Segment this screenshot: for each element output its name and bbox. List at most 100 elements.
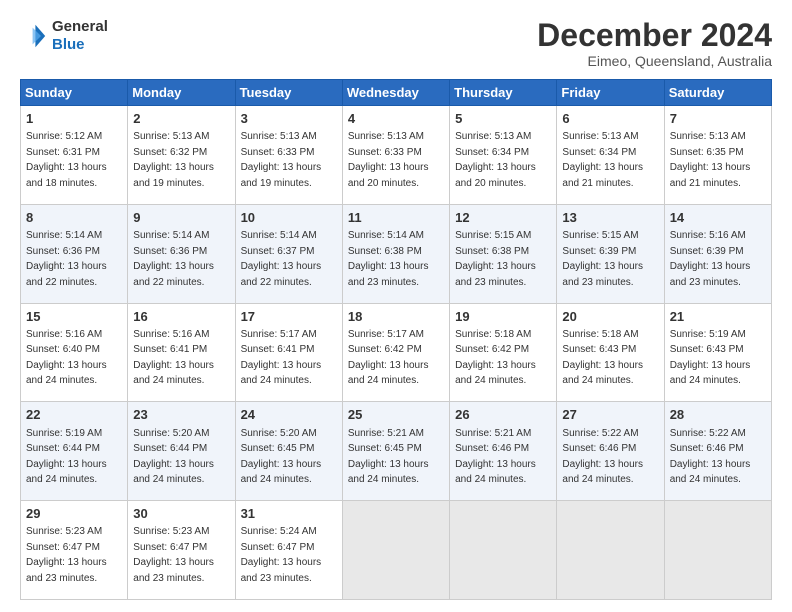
table-row: 30 Sunrise: 5:23 AMSunset: 6:47 PMDaylig…: [128, 501, 235, 600]
day-info: Sunrise: 5:16 AMSunset: 6:40 PMDaylight:…: [26, 329, 107, 387]
day-number: 10: [241, 209, 337, 227]
table-row: 10 Sunrise: 5:14 AMSunset: 6:37 PMDaylig…: [235, 204, 342, 303]
day-info: Sunrise: 5:18 AMSunset: 6:42 PMDaylight:…: [455, 329, 536, 387]
logo-icon: [20, 22, 48, 50]
table-row: 7 Sunrise: 5:13 AMSunset: 6:35 PMDayligh…: [664, 106, 771, 205]
day-number: 20: [562, 308, 658, 326]
logo-general: General: [52, 18, 108, 35]
col-wednesday: Wednesday: [342, 80, 449, 106]
day-number: 25: [348, 406, 444, 424]
logo-text: General Blue: [52, 18, 108, 54]
day-number: 31: [241, 505, 337, 523]
table-row: 24 Sunrise: 5:20 AMSunset: 6:45 PMDaylig…: [235, 402, 342, 501]
day-info: Sunrise: 5:22 AMSunset: 6:46 PMDaylight:…: [670, 428, 751, 486]
day-number: 27: [562, 406, 658, 424]
day-number: 28: [670, 406, 766, 424]
col-friday: Friday: [557, 80, 664, 106]
page: General Blue December 2024 Eimeo, Queens…: [0, 0, 792, 612]
day-number: 2: [133, 110, 229, 128]
col-thursday: Thursday: [450, 80, 557, 106]
table-row: 29 Sunrise: 5:23 AMSunset: 6:47 PMDaylig…: [21, 501, 128, 600]
day-number: 5: [455, 110, 551, 128]
day-number: 12: [455, 209, 551, 227]
subtitle: Eimeo, Queensland, Australia: [537, 53, 772, 69]
table-row: 4 Sunrise: 5:13 AMSunset: 6:33 PMDayligh…: [342, 106, 449, 205]
day-number: 3: [241, 110, 337, 128]
table-row: 22 Sunrise: 5:19 AMSunset: 6:44 PMDaylig…: [21, 402, 128, 501]
day-info: Sunrise: 5:13 AMSunset: 6:33 PMDaylight:…: [241, 131, 322, 189]
title-block: December 2024 Eimeo, Queensland, Austral…: [537, 18, 772, 69]
table-row: 15 Sunrise: 5:16 AMSunset: 6:40 PMDaylig…: [21, 303, 128, 402]
day-number: 26: [455, 406, 551, 424]
day-number: 14: [670, 209, 766, 227]
day-info: Sunrise: 5:12 AMSunset: 6:31 PMDaylight:…: [26, 131, 107, 189]
day-number: 6: [562, 110, 658, 128]
day-info: Sunrise: 5:23 AMSunset: 6:47 PMDaylight:…: [26, 526, 107, 584]
table-row: 16 Sunrise: 5:16 AMSunset: 6:41 PMDaylig…: [128, 303, 235, 402]
day-info: Sunrise: 5:13 AMSunset: 6:33 PMDaylight:…: [348, 131, 429, 189]
day-number: 4: [348, 110, 444, 128]
day-info: Sunrise: 5:14 AMSunset: 6:36 PMDaylight:…: [133, 230, 214, 288]
table-row: 28 Sunrise: 5:22 AMSunset: 6:46 PMDaylig…: [664, 402, 771, 501]
day-number: 24: [241, 406, 337, 424]
table-row: 23 Sunrise: 5:20 AMSunset: 6:44 PMDaylig…: [128, 402, 235, 501]
table-row: 1 Sunrise: 5:12 AMSunset: 6:31 PMDayligh…: [21, 106, 128, 205]
table-row: 8 Sunrise: 5:14 AMSunset: 6:36 PMDayligh…: [21, 204, 128, 303]
day-info: Sunrise: 5:16 AMSunset: 6:41 PMDaylight:…: [133, 329, 214, 387]
table-row: 13 Sunrise: 5:15 AMSunset: 6:39 PMDaylig…: [557, 204, 664, 303]
day-info: Sunrise: 5:15 AMSunset: 6:39 PMDaylight:…: [562, 230, 643, 288]
table-row: 2 Sunrise: 5:13 AMSunset: 6:32 PMDayligh…: [128, 106, 235, 205]
table-row: 27 Sunrise: 5:22 AMSunset: 6:46 PMDaylig…: [557, 402, 664, 501]
day-info: Sunrise: 5:13 AMSunset: 6:35 PMDaylight:…: [670, 131, 751, 189]
day-number: 11: [348, 209, 444, 227]
day-info: Sunrise: 5:24 AMSunset: 6:47 PMDaylight:…: [241, 526, 322, 584]
day-info: Sunrise: 5:14 AMSunset: 6:36 PMDaylight:…: [26, 230, 107, 288]
day-number: 21: [670, 308, 766, 326]
table-row: 26 Sunrise: 5:21 AMSunset: 6:46 PMDaylig…: [450, 402, 557, 501]
logo: General Blue: [20, 18, 108, 54]
day-info: Sunrise: 5:21 AMSunset: 6:46 PMDaylight:…: [455, 428, 536, 486]
day-number: 1: [26, 110, 122, 128]
day-number: 23: [133, 406, 229, 424]
col-saturday: Saturday: [664, 80, 771, 106]
col-tuesday: Tuesday: [235, 80, 342, 106]
day-number: 19: [455, 308, 551, 326]
table-row: 6 Sunrise: 5:13 AMSunset: 6:34 PMDayligh…: [557, 106, 664, 205]
col-sunday: Sunday: [21, 80, 128, 106]
day-info: Sunrise: 5:22 AMSunset: 6:46 PMDaylight:…: [562, 428, 643, 486]
table-row: [450, 501, 557, 600]
table-row: 20 Sunrise: 5:18 AMSunset: 6:43 PMDaylig…: [557, 303, 664, 402]
calendar-table: Sunday Monday Tuesday Wednesday Thursday…: [20, 79, 772, 600]
table-row: [664, 501, 771, 600]
day-number: 29: [26, 505, 122, 523]
day-number: 16: [133, 308, 229, 326]
logo-blue: Blue: [52, 36, 85, 53]
calendar-header: Sunday Monday Tuesday Wednesday Thursday…: [21, 80, 772, 106]
table-row: 9 Sunrise: 5:14 AMSunset: 6:36 PMDayligh…: [128, 204, 235, 303]
day-info: Sunrise: 5:15 AMSunset: 6:38 PMDaylight:…: [455, 230, 536, 288]
day-info: Sunrise: 5:14 AMSunset: 6:38 PMDaylight:…: [348, 230, 429, 288]
day-number: 15: [26, 308, 122, 326]
table-row: 17 Sunrise: 5:17 AMSunset: 6:41 PMDaylig…: [235, 303, 342, 402]
day-number: 8: [26, 209, 122, 227]
day-number: 13: [562, 209, 658, 227]
main-title: December 2024: [537, 18, 772, 53]
day-number: 18: [348, 308, 444, 326]
table-row: 25 Sunrise: 5:21 AMSunset: 6:45 PMDaylig…: [342, 402, 449, 501]
table-row: 11 Sunrise: 5:14 AMSunset: 6:38 PMDaylig…: [342, 204, 449, 303]
day-info: Sunrise: 5:23 AMSunset: 6:47 PMDaylight:…: [133, 526, 214, 584]
day-info: Sunrise: 5:19 AMSunset: 6:44 PMDaylight:…: [26, 428, 107, 486]
table-row: 14 Sunrise: 5:16 AMSunset: 6:39 PMDaylig…: [664, 204, 771, 303]
day-number: 9: [133, 209, 229, 227]
day-info: Sunrise: 5:20 AMSunset: 6:45 PMDaylight:…: [241, 428, 322, 486]
table-row: 5 Sunrise: 5:13 AMSunset: 6:34 PMDayligh…: [450, 106, 557, 205]
day-info: Sunrise: 5:13 AMSunset: 6:34 PMDaylight:…: [562, 131, 643, 189]
day-info: Sunrise: 5:18 AMSunset: 6:43 PMDaylight:…: [562, 329, 643, 387]
table-row: [342, 501, 449, 600]
day-info: Sunrise: 5:21 AMSunset: 6:45 PMDaylight:…: [348, 428, 429, 486]
day-info: Sunrise: 5:17 AMSunset: 6:42 PMDaylight:…: [348, 329, 429, 387]
day-info: Sunrise: 5:17 AMSunset: 6:41 PMDaylight:…: [241, 329, 322, 387]
table-row: 31 Sunrise: 5:24 AMSunset: 6:47 PMDaylig…: [235, 501, 342, 600]
header: General Blue December 2024 Eimeo, Queens…: [20, 18, 772, 69]
day-number: 22: [26, 406, 122, 424]
